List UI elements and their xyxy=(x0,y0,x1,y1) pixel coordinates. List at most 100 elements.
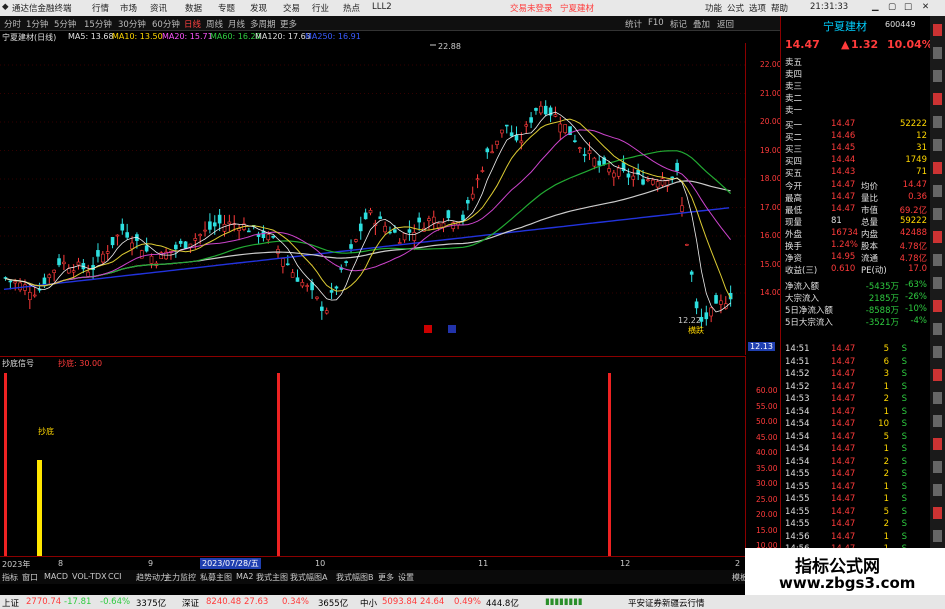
candlestick-chart[interactable]: 22.88 12.22 横跌 xyxy=(0,42,745,355)
tick-row[interactable]: 14:55 14.47 5 S xyxy=(783,507,929,519)
period-1min[interactable]: 1分钟 xyxy=(26,18,48,30)
menu-shuju[interactable]: 数据 xyxy=(185,2,202,14)
period-daily[interactable]: 日线 xyxy=(184,18,201,30)
period-60min[interactable]: 60分钟 xyxy=(152,18,180,30)
sell-row[interactable]: 卖五 xyxy=(783,56,929,68)
flow-row[interactable]: 5日净流入额 -8588万 -10% xyxy=(783,304,929,316)
side-tool-icon[interactable] xyxy=(933,323,942,335)
maximize-icon[interactable]: □ xyxy=(904,2,912,12)
trade-login-notice[interactable]: 交易未登录 xyxy=(510,2,553,14)
side-tool-icon[interactable] xyxy=(933,461,942,473)
tick-row[interactable]: 14:55 14.47 1 S xyxy=(783,482,929,494)
close-icon[interactable]: ✕ xyxy=(922,2,929,12)
menu-redian[interactable]: 热点 xyxy=(343,2,360,14)
buy-row[interactable]: 买五 14.43 71 xyxy=(783,167,929,179)
period-5min[interactable]: 5分钟 xyxy=(54,18,76,30)
flow-row[interactable]: 大宗流入 2185万 -26% xyxy=(783,292,929,304)
menu-jiaoyi[interactable]: 交易 xyxy=(283,2,300,14)
side-tool-icon[interactable] xyxy=(933,484,942,496)
back-button[interactable]: 返回 xyxy=(717,18,734,30)
period-multi[interactable]: 多周期 xyxy=(250,18,276,30)
sell-row[interactable]: 卖一 xyxy=(783,104,929,116)
side-tool-icon[interactable] xyxy=(933,231,942,243)
tick-row[interactable]: 14:52 14.47 3 S xyxy=(783,369,929,381)
tick-row[interactable]: 14:51 14.47 6 S xyxy=(783,357,929,369)
tab-item[interactable]: 指标 xyxy=(2,572,18,583)
side-tool-icon[interactable] xyxy=(933,438,942,450)
restore-icon[interactable]: ▢ xyxy=(888,2,896,12)
tab-item[interactable]: 设置 xyxy=(398,572,414,583)
menu-gongneng[interactable]: 功能 xyxy=(705,2,722,14)
tab-item[interactable]: 我式幅图B xyxy=(336,572,374,583)
tab-item[interactable]: MA2 xyxy=(236,572,253,581)
menu-gongshi[interactable]: 公式 xyxy=(727,2,744,14)
side-tool-icon[interactable] xyxy=(933,47,942,59)
menu-bangzhu[interactable]: 帮助 xyxy=(771,2,788,14)
tab-item[interactable]: 私募主图 xyxy=(200,572,232,583)
side-tool-icon[interactable] xyxy=(933,162,942,174)
tick-row[interactable]: 14:52 14.47 1 S xyxy=(783,382,929,394)
stat-row[interactable]: 换手 1.24% 股本 4.78亿 xyxy=(783,240,929,252)
tab-item[interactable]: 更多 xyxy=(378,572,394,583)
side-tool-icon[interactable] xyxy=(933,507,942,519)
minimize-icon[interactable]: ▁ xyxy=(872,2,879,12)
side-tool-icon[interactable] xyxy=(933,70,942,82)
side-tool-icon[interactable] xyxy=(933,139,942,151)
side-tool-icon[interactable] xyxy=(933,300,942,312)
side-tool-icon[interactable] xyxy=(933,93,942,105)
period-monthly[interactable]: 月线 xyxy=(228,18,245,30)
side-tool-icon[interactable] xyxy=(933,369,942,381)
period-more[interactable]: 更多 xyxy=(280,18,297,30)
indicator-chart[interactable]: 抄底 xyxy=(0,368,745,556)
tick-row[interactable]: 14:53 14.47 2 S xyxy=(783,394,929,406)
tab-item[interactable]: 我式幅图A xyxy=(290,572,327,583)
menu-xuanxiang[interactable]: 选项 xyxy=(749,2,766,14)
side-tool-icon[interactable] xyxy=(933,208,942,220)
tick-row[interactable]: 14:54 14.47 10 S xyxy=(783,419,929,431)
tick-row[interactable]: 14:54 14.47 1 S xyxy=(783,444,929,456)
tick-row[interactable]: 14:55 14.47 2 S xyxy=(783,519,929,531)
period-30min[interactable]: 30分钟 xyxy=(118,18,146,30)
stat-row[interactable]: 收益(三) 0.610 PE(动) 17.0 xyxy=(783,264,929,276)
menu-hangye[interactable]: 行业 xyxy=(312,2,329,14)
buy-row[interactable]: 买二 14.46 12 xyxy=(783,131,929,143)
side-tool-icon[interactable] xyxy=(933,277,942,289)
period-fenshi[interactable]: 分时 xyxy=(4,18,21,30)
tick-row[interactable]: 14:55 14.47 2 S xyxy=(783,469,929,481)
side-tool-icon[interactable] xyxy=(933,254,942,266)
tab-item[interactable]: 我式主图 xyxy=(256,572,288,583)
tick-row[interactable]: 14:54 14.47 5 S xyxy=(783,432,929,444)
side-tool-icon[interactable] xyxy=(933,530,942,542)
menu-l2[interactable]: LLL2 xyxy=(372,2,392,12)
sell-row[interactable]: 卖四 xyxy=(783,68,929,80)
menu-zhuanti[interactable]: 专题 xyxy=(218,2,235,14)
stat-row[interactable]: 外盘 16734 内盘 42488 xyxy=(783,228,929,240)
flow-row[interactable]: 5日大宗流入 -3521万 -4% xyxy=(783,316,929,328)
stats-button[interactable]: 统计 xyxy=(625,18,642,30)
flow-row[interactable]: 净流入额 -5435万 -63% xyxy=(783,280,929,292)
side-tool-icon[interactable] xyxy=(933,116,942,128)
tick-row[interactable]: 14:55 14.47 1 S xyxy=(783,494,929,506)
tick-row[interactable]: 14:54 14.47 2 S xyxy=(783,457,929,469)
event-flag-2[interactable] xyxy=(448,325,456,333)
stat-row[interactable]: 最低 14.47 市值 69.2亿 xyxy=(783,204,929,216)
period-15min[interactable]: 15分钟 xyxy=(84,18,112,30)
menu-zixun[interactable]: 资讯 xyxy=(150,2,167,14)
side-tool-icon[interactable] xyxy=(933,24,942,36)
menu-hangqing[interactable]: 行情 xyxy=(92,2,109,14)
stat-row[interactable]: 净资 14.95 流通 4.78亿 xyxy=(783,252,929,264)
sell-row[interactable]: 卖三 xyxy=(783,80,929,92)
buy-row[interactable]: 买三 14.45 31 xyxy=(783,143,929,155)
tab-item[interactable]: CCI xyxy=(108,572,122,581)
sell-row[interactable]: 卖二 xyxy=(783,92,929,104)
tab-item[interactable]: MACD xyxy=(44,572,68,581)
menu-shichang[interactable]: 市场 xyxy=(120,2,137,14)
menu-faxian[interactable]: 发现 xyxy=(250,2,267,14)
buy-row[interactable]: 买一 14.47 52222 xyxy=(783,119,929,131)
tab-item[interactable]: 主力监控 xyxy=(164,572,196,583)
stat-row[interactable]: 最高 14.47 量比 0.36 xyxy=(783,192,929,204)
overlay-button[interactable]: 叠加 xyxy=(693,18,710,30)
buy-row[interactable]: 买四 14.44 1749 xyxy=(783,155,929,167)
period-weekly[interactable]: 周线 xyxy=(206,18,223,30)
side-tool-icon[interactable] xyxy=(933,415,942,427)
